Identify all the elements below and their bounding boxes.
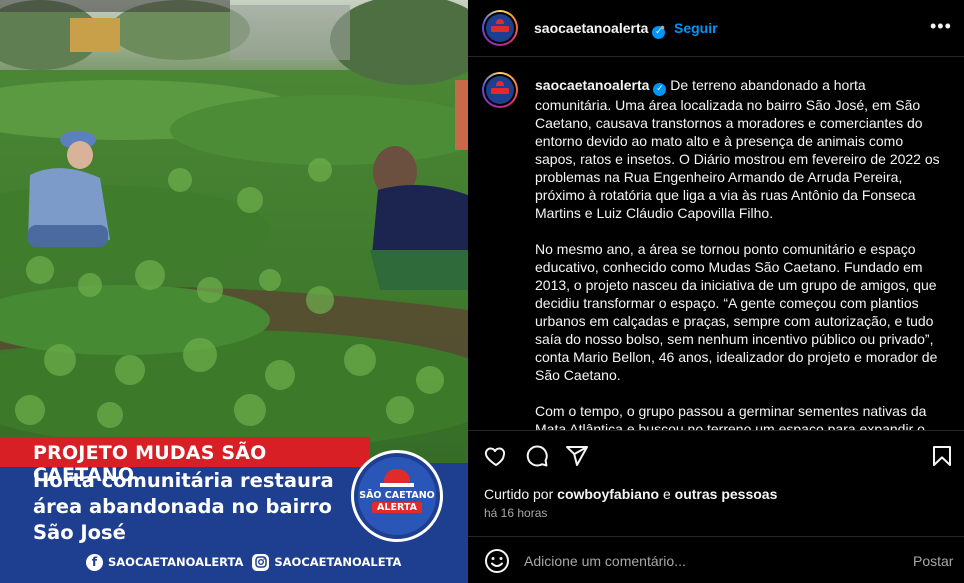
caption-scroll-area[interactable]: saocaetanoalerta ✓ De terreno abandonado … (468, 58, 964, 430)
instagram-handle: SAOCAETANOALETA (274, 555, 402, 569)
comment-input[interactable] (524, 551, 894, 571)
post-timestamp[interactable]: há 16 horas (484, 506, 547, 520)
liker-username[interactable]: cowboyfabiano (557, 486, 659, 502)
follow-button[interactable]: Seguir (674, 20, 718, 36)
comment-bar: Postar (468, 536, 964, 583)
post-image[interactable]: PROJETO MUDAS SÃO CAETANO Horta comunitá… (0, 0, 468, 583)
header-username[interactable]: saocaetanoalerta ✓ (534, 20, 666, 39)
post-sidebar: saocaetanoalerta ✓ • Seguir ••• saocaetan… (468, 0, 964, 583)
more-options-icon[interactable]: ••• (930, 16, 952, 37)
post-comment-button[interactable]: Postar (913, 553, 953, 569)
username-text[interactable]: saocaetanoalerta (534, 20, 648, 36)
divider (468, 430, 964, 431)
headline-line: São José (33, 521, 126, 544)
post-header: saocaetanoalerta ✓ • Seguir ••• (468, 0, 964, 57)
image-headline: Horta comunitária restaura área abandona… (33, 468, 348, 546)
post-caption: saocaetanoalerta ✓ De terreno abandonado … (535, 76, 945, 430)
profile-logo-icon (486, 76, 514, 104)
profile-logo-icon (486, 14, 514, 42)
headline-line: área abandonada no bairro (33, 495, 332, 518)
facebook-handle: SAOCAETANOALERTA (108, 555, 244, 569)
social-handles: f SAOCAETANOALERTA SAOCAETANOALETA (86, 551, 410, 573)
instagram-icon (252, 553, 270, 571)
likes-summary[interactable]: Curtido por cowboyfabiano e outras pesso… (484, 486, 777, 502)
project-title-banner: PROJETO MUDAS SÃO CAETANO (0, 437, 370, 486)
avatar[interactable] (482, 10, 518, 46)
caption-paragraph: De terreno abandonado a horta comunitári… (535, 77, 940, 221)
caption-paragraph: No mesmo ano, a área se tornou ponto com… (535, 241, 938, 383)
verified-badge-icon: ✓ (653, 83, 667, 96)
logo-text-top: SÃO CAETANO (359, 490, 435, 501)
logo-text-bottom: ALERTA (372, 502, 422, 513)
heart-icon[interactable] (482, 442, 510, 470)
facebook-icon: f (86, 553, 103, 571)
comment-icon[interactable] (523, 442, 551, 470)
action-bar (468, 438, 964, 474)
likes-connector: e (662, 486, 671, 502)
likes-prefix: Curtido por (484, 486, 554, 502)
others-link[interactable]: outras pessoas (675, 486, 778, 502)
bookmark-icon[interactable] (928, 442, 956, 470)
caption-paragraph: Com o tempo, o grupo passou a germinar s… (535, 403, 927, 430)
avatar[interactable] (482, 72, 518, 108)
sao-caetano-alerta-logo: SÃO CAETANO ALERTA (351, 450, 443, 542)
share-icon[interactable] (563, 442, 591, 470)
emoji-icon[interactable] (484, 548, 510, 574)
separator-dot: • (660, 19, 665, 35)
headline-line: Horta comunitária restaura (33, 469, 334, 492)
caption-username[interactable]: saocaetanoalerta (535, 77, 649, 93)
